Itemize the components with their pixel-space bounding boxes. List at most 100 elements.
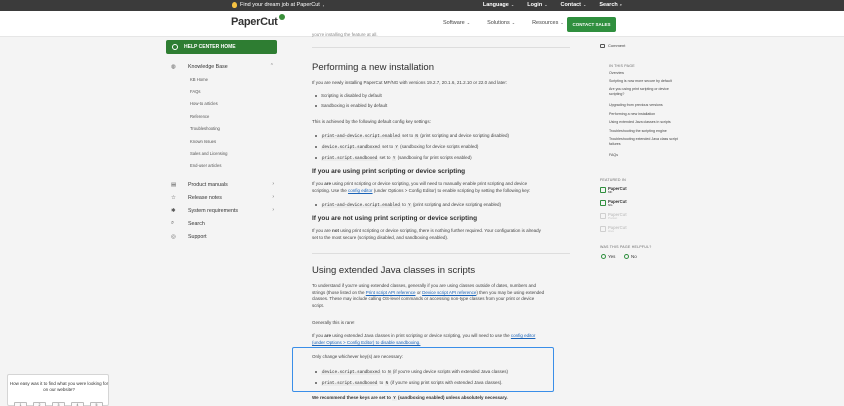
papercut-logo[interactable]: PaperCut xyxy=(231,14,285,28)
search-menu[interactable]: Search ⌕ xyxy=(599,2,622,8)
nav-solutions-label: Solutions xyxy=(487,20,510,26)
sidebar-subitem-faqs[interactable]: FAQs xyxy=(166,85,277,97)
config-key-description: (if you're using print scripts with exte… xyxy=(389,380,503,385)
search-icon: ⌕ xyxy=(171,220,175,227)
nav-resources-label: Resources xyxy=(532,20,559,26)
comment-button[interactable]: Comment xyxy=(600,43,625,48)
login-menu[interactable]: Login ⌄ xyxy=(527,2,547,8)
paragraph-only-change: Only change whichever key(s) are necessa… xyxy=(312,354,404,359)
nav-software[interactable]: Software ⌄ xyxy=(443,20,470,26)
paragraph-java-classes: To understand if you're using extended c… xyxy=(312,283,570,309)
section-divider xyxy=(312,47,570,48)
help-circle-icon xyxy=(172,44,178,50)
papercut-hive-icon xyxy=(600,226,606,232)
sidebar-item-support[interactable]: ◎ Support xyxy=(166,230,277,243)
text: classes. These may include calling OS-le… xyxy=(312,296,535,302)
sidebar-item-knowledge-base[interactable]: ◍ Knowledge Base ⌃ xyxy=(166,60,277,73)
helpful-no-button[interactable]: No xyxy=(624,254,637,259)
sidebar-subitem-end-user[interactable]: End-user articles xyxy=(166,160,277,172)
config-key-description: (print scripting and device scripting en… xyxy=(411,202,501,207)
feedback-widget: How easy was it to find what you were lo… xyxy=(7,374,109,406)
search-icon: ⌕ xyxy=(619,2,622,7)
config-editor-link[interactable]: config editor xyxy=(348,188,373,193)
text: We recommend these keys are set to xyxy=(312,395,393,400)
text: scripting. Use the xyxy=(312,187,349,193)
language-menu[interactable]: Language ⌄ xyxy=(483,2,514,8)
print-script-api-link[interactable]: Print script API reference xyxy=(366,290,416,295)
sidebar-subitem-how-to[interactable]: How-to articles xyxy=(166,98,277,110)
sidebar-subitem-kb-home[interactable]: KB Home xyxy=(166,73,277,85)
gear-icon: ✱ xyxy=(171,207,176,214)
rating-3-button[interactable]: 3 xyxy=(52,402,65,406)
rating-4-button[interactable]: 4 xyxy=(71,402,84,406)
sidebar-subitem-known-issues[interactable]: Known Issues xyxy=(166,135,277,147)
text: To understand if you're using extended c… xyxy=(312,283,536,288)
chevron-down-icon: ⌄ xyxy=(510,2,515,7)
papercut-mf-icon xyxy=(600,187,606,193)
text: set to the most secure (scripting disabl… xyxy=(312,234,449,240)
contact-menu[interactable]: Contact ⌄ xyxy=(561,2,587,8)
sidebar-item-label: System requirements xyxy=(188,207,239,214)
text: using print scripting or device scriptin… xyxy=(339,228,541,233)
top-banner: Find your dream job at PaperCut › Langua… xyxy=(0,0,844,11)
nav-solutions[interactable]: Solutions ⌄ xyxy=(487,20,515,26)
toc-link-faqs[interactable]: FAQs xyxy=(609,153,679,158)
sidebar-item-label: Release notes xyxy=(188,194,222,201)
sidebar: HELP CENTER HOME ◍ Knowledge Base ⌃ KB H… xyxy=(166,40,277,243)
toc-link-overview[interactable]: Overview xyxy=(609,71,679,76)
nav-resources[interactable]: Resources ⌄ xyxy=(532,20,564,26)
rating-5-button[interactable]: 5 xyxy=(90,402,103,406)
text: (under Options > Config Editor) to enabl… xyxy=(372,187,531,193)
config-key-mid: to xyxy=(378,380,385,385)
text: If you xyxy=(312,181,325,186)
check-circle-icon xyxy=(601,254,606,259)
toc-link-troubleshooting-engine[interactable]: Troubleshooting the scripting engine xyxy=(609,129,679,134)
heading-new-installation: Performing a new installation xyxy=(312,62,434,73)
feedback-ratings: 1 2 3 4 5 xyxy=(14,402,103,406)
sidebar-item-release-notes[interactable]: ☆ Release notes › xyxy=(166,191,277,204)
sidebar-subitem-reference[interactable]: Reference xyxy=(166,110,277,122)
contact-sales-button[interactable]: CONTACT SALES xyxy=(567,17,616,32)
toc-link-new-install[interactable]: Performing a new installation xyxy=(609,112,679,117)
toc-link-secure-default[interactable]: Scripting is now more secure by default xyxy=(609,79,679,84)
product-papercut-mf[interactable]: PaperCut MF xyxy=(600,186,627,194)
paragraph-new-install: If you are newly installing PaperCut MF/… xyxy=(312,80,508,85)
toc-link-upgrading[interactable]: Upgrading from previous versions xyxy=(609,103,679,108)
paragraph-not-using: If you are not using print scripting or … xyxy=(312,228,570,241)
book-icon: ▤ xyxy=(171,181,177,188)
lightbulb-icon xyxy=(232,2,237,8)
rating-1-button[interactable]: 1 xyxy=(14,402,27,406)
help-center-home-button[interactable]: HELP CENTER HOME xyxy=(166,40,277,54)
sidebar-item-search[interactable]: ⌕ Search xyxy=(166,217,277,230)
toc-link-java-classes[interactable]: Using extended Java classes in scripts xyxy=(609,120,679,125)
text: script. xyxy=(312,302,325,308)
toc-link-are-you-using[interactable]: Are you using print scripting or device … xyxy=(609,87,679,97)
job-promo-link[interactable]: Find your dream job at PaperCut › xyxy=(232,2,324,8)
sidebar-item-system-requirements[interactable]: ✱ System requirements › xyxy=(166,204,277,217)
support-icon: ◎ xyxy=(171,233,176,240)
utility-nav: Language ⌄ Login ⌄ Contact ⌄ Search ⌕ xyxy=(483,2,622,8)
sidebar-item-product-manuals[interactable]: ▤ Product manuals › xyxy=(166,178,277,191)
sidebar-subitem-sales-licensing[interactable]: Sales and Licensing xyxy=(166,147,277,159)
config-key-item: device.script.sandboxed set to Y (sandbo… xyxy=(315,144,478,150)
logo-mark-icon xyxy=(278,14,285,20)
text: strings (those listed on the xyxy=(312,289,366,295)
config-key-code: device.script.sandboxed xyxy=(321,146,381,150)
sidebar-subitem-troubleshooting[interactable]: Troubleshooting xyxy=(166,123,277,135)
rating-2-button[interactable]: 2 xyxy=(33,402,46,406)
product-papercut-ng[interactable]: PaperCut NG xyxy=(600,199,627,207)
star-icon: ☆ xyxy=(171,194,176,201)
device-script-api-link[interactable]: Device script API reference xyxy=(422,290,476,295)
bullet-icon xyxy=(315,146,317,148)
bullet-icon xyxy=(315,204,317,206)
paragraph-if-using-java: If you are using extended Java classes i… xyxy=(312,333,570,346)
config-key-item: print-and-device.script.enabled to Y (pr… xyxy=(315,202,501,208)
helpful-yes-button[interactable]: Yes xyxy=(601,254,615,259)
config-editor-link[interactable]: config editor xyxy=(511,333,536,338)
product-variant: Hive xyxy=(608,229,615,233)
chevron-right-icon: › xyxy=(272,181,274,188)
config-editor-path-link[interactable]: (under Options > Config Editor) to disab… xyxy=(312,340,420,345)
toc-link-troubleshooting-java[interactable]: Troubleshooting extended Java class scri… xyxy=(609,137,679,147)
arrow-right-icon: › xyxy=(322,2,325,8)
login-label: Login xyxy=(527,2,543,8)
